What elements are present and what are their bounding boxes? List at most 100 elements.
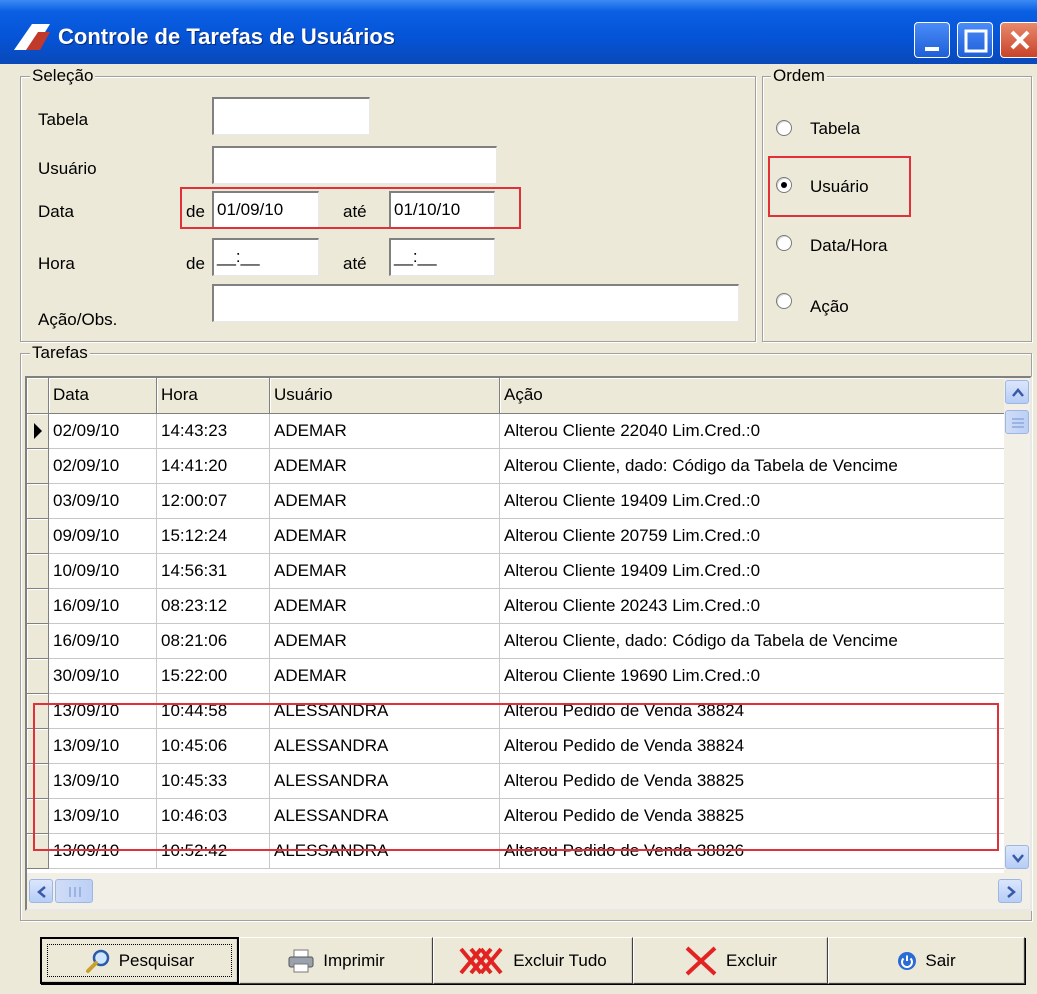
minimize-icon	[925, 47, 939, 51]
power-icon	[898, 951, 917, 970]
row-indicator[interactable]	[27, 589, 49, 624]
vertical-scroll-thumb[interactable]	[1005, 410, 1029, 434]
table-cell[interactable]: 08:21:06	[157, 624, 270, 659]
table-cell[interactable]: 08:23:12	[157, 589, 270, 624]
acao-input[interactable]	[212, 284, 739, 322]
grid-corner	[27, 378, 49, 414]
scroll-down-button[interactable]	[1005, 845, 1029, 869]
imprimir-button[interactable]: Imprimir	[239, 937, 433, 984]
close-button[interactable]	[1000, 22, 1037, 58]
table-cell[interactable]: 15:22:00	[157, 659, 270, 694]
table-cell[interactable]: 12:00:07	[157, 484, 270, 519]
hora-ate-input[interactable]: __:__	[389, 238, 495, 276]
title-bar[interactable]: Controle de Tarefas de Usuários	[0, 0, 1037, 64]
tabela-label: Tabela	[38, 110, 89, 129]
current-row-arrow-icon	[34, 423, 42, 439]
table-cell[interactable]: 02/09/10	[49, 414, 157, 449]
table-cell[interactable]: Alterou Cliente 20759 Lim.Cred.:0	[500, 519, 1030, 554]
table-cell[interactable]: Alterou Cliente, dado: Código da Tabela …	[500, 449, 1030, 484]
row-indicator[interactable]	[27, 624, 49, 659]
table-cell[interactable]: ADEMAR	[270, 659, 500, 694]
table-cell[interactable]: 02/09/10	[49, 449, 157, 484]
table-cell[interactable]: ADEMAR	[270, 414, 500, 449]
table-cell[interactable]: Alterou Cliente 20243 Lim.Cred.:0	[500, 589, 1030, 624]
pesquisar-label: Pesquisar	[118, 950, 195, 970]
sair-button[interactable]: Sair	[828, 937, 1025, 984]
usuario-input[interactable]	[212, 146, 497, 184]
row-indicator[interactable]	[27, 484, 49, 519]
ordem-highlight-box	[768, 156, 911, 217]
sair-label: Sair	[925, 950, 956, 970]
table-cell[interactable]: 14:56:31	[157, 554, 270, 589]
ordem-option-tabela[interactable]: Tabela	[810, 119, 860, 139]
horizontal-scroll-thumb[interactable]	[55, 879, 93, 903]
grip-icon	[1012, 418, 1024, 428]
row-indicator[interactable]	[27, 519, 49, 554]
ordem-radio-acao[interactable]	[776, 293, 792, 309]
hora-de-input[interactable]: __:__	[212, 238, 319, 276]
horizontal-scrollbar[interactable]	[27, 873, 1030, 909]
table-cell[interactable]: 10/09/10	[49, 554, 157, 589]
table-cell[interactable]: Alterou Cliente, dado: Código da Tabela …	[500, 624, 1030, 659]
selecao-legend: Seleção	[30, 66, 96, 85]
table-cell[interactable]: Alterou Cliente 19409 Lim.Cred.:0	[500, 484, 1030, 519]
scroll-left-button[interactable]	[29, 879, 53, 903]
ordem-radio-tabela[interactable]	[776, 120, 792, 136]
table-cell[interactable]: 16/09/10	[49, 624, 157, 659]
scroll-up-button[interactable]	[1005, 380, 1029, 404]
pesquisar-button[interactable]: Pesquisar	[40, 937, 239, 984]
excluir-button[interactable]: Excluir	[633, 937, 828, 984]
table-cell[interactable]: ADEMAR	[270, 519, 500, 554]
row-indicator[interactable]	[27, 659, 49, 694]
table-cell[interactable]: ADEMAR	[270, 624, 500, 659]
chevron-left-icon	[37, 886, 46, 898]
table-cell[interactable]: 03/09/10	[49, 484, 157, 519]
table-cell[interactable]: ADEMAR	[270, 554, 500, 589]
table-cell[interactable]: Alterou Cliente 22040 Lim.Cred.:0	[500, 414, 1030, 449]
table-cell[interactable]: 14:41:20	[157, 449, 270, 484]
delete-all-icon	[459, 947, 503, 974]
ordem-option-data-hora[interactable]: Data/Hora	[810, 236, 887, 256]
table-cell[interactable]: Alterou Cliente 19690 Lim.Cred.:0	[500, 659, 1030, 694]
window-title: Controle de Tarefas de Usuários	[58, 24, 396, 49]
hora-label: Hora	[38, 254, 75, 273]
table-cell[interactable]: ADEMAR	[270, 484, 500, 519]
table-cell[interactable]: ADEMAR	[270, 589, 500, 624]
table-cell[interactable]: 16/09/10	[49, 589, 157, 624]
column-header-acao[interactable]: Ação	[500, 378, 1030, 414]
table-cell[interactable]: ADEMAR	[270, 449, 500, 484]
maximize-icon	[964, 29, 988, 53]
delete-x-icon	[685, 946, 717, 975]
tabela-input[interactable]	[212, 97, 370, 135]
chevron-down-icon	[1012, 854, 1024, 863]
ordem-radio-data-hora[interactable]	[776, 235, 792, 251]
excluir-label: Excluir	[725, 950, 777, 970]
data-label: Data	[38, 202, 74, 221]
excluir-tudo-label: Excluir Tudo	[513, 950, 607, 970]
vertical-scrollbar[interactable]	[1004, 378, 1030, 873]
table-cell[interactable]: 09/09/10	[49, 519, 157, 554]
excluir-tudo-button[interactable]: Excluir Tudo	[433, 937, 633, 984]
tarefas-legend: Tarefas	[30, 343, 90, 362]
main-window: Controle de Tarefas de Usuários Seleção …	[0, 0, 1037, 994]
data-highlight-box	[180, 187, 521, 229]
minimize-button[interactable]	[914, 22, 950, 58]
ordem-legend: Ordem	[771, 66, 827, 85]
table-cell[interactable]: 15:12:24	[157, 519, 270, 554]
column-header-data[interactable]: Data	[49, 378, 157, 414]
column-header-hora[interactable]: Hora	[157, 378, 270, 414]
row-indicator[interactable]	[27, 414, 49, 449]
scroll-right-button[interactable]	[998, 879, 1022, 903]
table-cell[interactable]: 14:43:23	[157, 414, 270, 449]
acao-label: Ação/Obs.	[38, 310, 118, 329]
app-logo-icon	[14, 24, 50, 50]
row-indicator[interactable]	[27, 554, 49, 589]
column-header-usuario[interactable]: Usuário	[270, 378, 500, 414]
hora-ate-label: até	[343, 254, 367, 273]
table-cell[interactable]: Alterou Cliente 19409 Lim.Cred.:0	[500, 554, 1030, 589]
table-cell[interactable]: 30/09/10	[49, 659, 157, 694]
maximize-button[interactable]	[957, 22, 993, 58]
ordem-option-acao[interactable]: Ação	[810, 297, 849, 317]
row-indicator[interactable]	[27, 449, 49, 484]
chevron-up-icon	[1012, 388, 1024, 397]
